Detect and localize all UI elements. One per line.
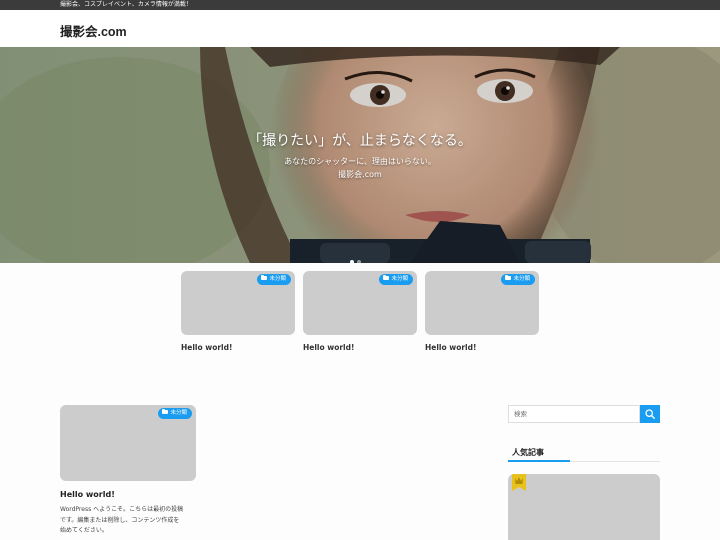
pickup-card[interactable]: 未分類 Hello world! — [181, 271, 295, 352]
post-thumbnail[interactable]: 未分類 — [181, 271, 295, 335]
excerpt-line: WordPress へようこそ。こちらは最初の投稿 — [60, 506, 184, 513]
folder-icon — [261, 275, 268, 280]
heading-accent-line — [508, 460, 570, 462]
slider-dot-2[interactable] — [357, 260, 361, 263]
post-title[interactable]: Hello world! — [425, 343, 539, 352]
post-thumbnail[interactable]: 未分類 — [425, 271, 539, 335]
post-thumbnail[interactable]: 未分類 — [303, 271, 417, 335]
slider-dot-1[interactable] — [350, 260, 354, 263]
crown-icon — [512, 474, 526, 491]
site-title[interactable]: 撮影会.com — [60, 21, 127, 40]
category-label: 未分類 — [269, 276, 286, 282]
slider-dots — [350, 249, 364, 263]
search-button[interactable] — [640, 405, 660, 423]
hero-site-name: 撮影会.com — [338, 170, 382, 179]
category-badge[interactable]: 未分類 — [257, 274, 291, 285]
folder-icon — [505, 275, 512, 280]
pickup-card[interactable]: 未分類 Hello world! — [303, 271, 417, 352]
pickup-card[interactable]: 未分類 Hello world! — [425, 271, 539, 352]
post-card[interactable]: 未分類 Hello world! WordPress へようこそ。こちらは最初の… — [60, 405, 196, 537]
hero-subtext-line: あなたのシャッターに、理由はいらない。 — [284, 157, 436, 166]
search-form — [508, 405, 660, 423]
top-announcement-bar: 撮影会、コスプレイベント、カメラ情報が満載！ — [0, 0, 720, 10]
post-title[interactable]: Hello world! — [60, 490, 196, 499]
category-label: 未分類 — [513, 276, 530, 282]
popular-post-thumbnail[interactable] — [508, 474, 660, 540]
post-excerpt: WordPress へようこそ。こちらは最初の投稿 です。編集または削除し、コン… — [60, 505, 196, 537]
hero-headline: 「撮りたい」が、止まらなくなる。 — [248, 132, 472, 148]
excerpt-line: 始めてください。 — [60, 527, 108, 534]
category-badge[interactable]: 未分類 — [158, 408, 192, 419]
popular-posts-heading: 人気記事 — [512, 448, 544, 457]
hero-subtext: あなたのシャッターに、理由はいらない。 撮影会.com — [0, 155, 720, 181]
post-title[interactable]: Hello world! — [181, 343, 295, 352]
category-label: 未分類 — [170, 410, 187, 416]
hero-slider[interactable]: 「撮りたい」が、止まらなくなる。 あなたのシャッターに、理由はいらない。 撮影会… — [0, 47, 720, 263]
category-badge[interactable]: 未分類 — [379, 274, 413, 285]
search-icon — [645, 409, 655, 419]
excerpt-line: です。編集または削除し、コンテンツ作成を — [60, 516, 180, 524]
folder-icon — [162, 409, 169, 414]
announcement-text: 撮影会、コスプレイベント、カメラ情報が満載！ — [60, 1, 192, 8]
post-title[interactable]: Hello world! — [303, 343, 417, 352]
site-header: 撮影会.com — [0, 10, 720, 47]
search-input[interactable] — [508, 405, 640, 423]
post-thumbnail[interactable]: 未分類 — [60, 405, 196, 481]
category-label: 未分類 — [391, 276, 408, 282]
folder-icon — [383, 275, 390, 280]
category-badge[interactable]: 未分類 — [501, 274, 535, 285]
